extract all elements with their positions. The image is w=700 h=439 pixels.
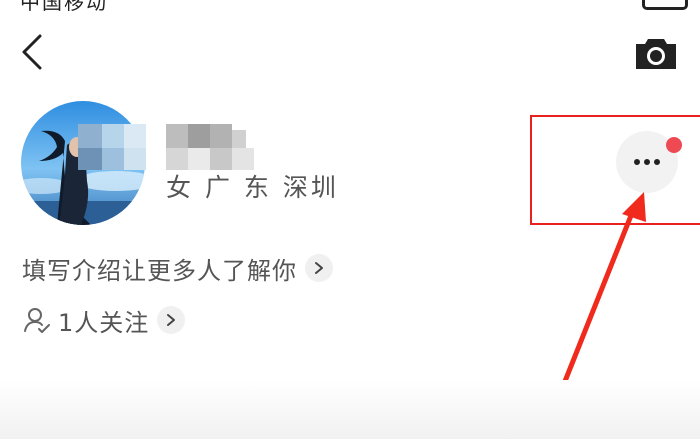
status-bar: 中国移动 xyxy=(0,0,700,14)
edit-intro-link[interactable]: 填写介绍让更多人了解你 xyxy=(22,250,333,286)
username-mosaic xyxy=(166,124,254,170)
avatar-mosaic xyxy=(78,124,146,170)
chevron-right-icon xyxy=(157,306,186,334)
following-link[interactable]: 1人关注 xyxy=(22,302,186,338)
intro-text: 填写介绍让更多人了解你 xyxy=(22,256,297,285)
camera-button[interactable] xyxy=(634,35,678,71)
content-divider xyxy=(0,380,700,439)
back-button[interactable] xyxy=(14,30,54,74)
chevron-right-icon xyxy=(305,254,333,282)
chevron-left-icon xyxy=(22,34,42,70)
camera-icon xyxy=(636,39,676,69)
user-follow-icon xyxy=(24,308,50,333)
follow-count-text: 1人关注 xyxy=(58,308,150,337)
carrier-label: 中国移动 xyxy=(20,0,108,14)
profile-location: 女 广 东 深圳 xyxy=(166,173,339,202)
highlight-annotation-box xyxy=(530,115,700,225)
battery-icon xyxy=(642,0,688,10)
